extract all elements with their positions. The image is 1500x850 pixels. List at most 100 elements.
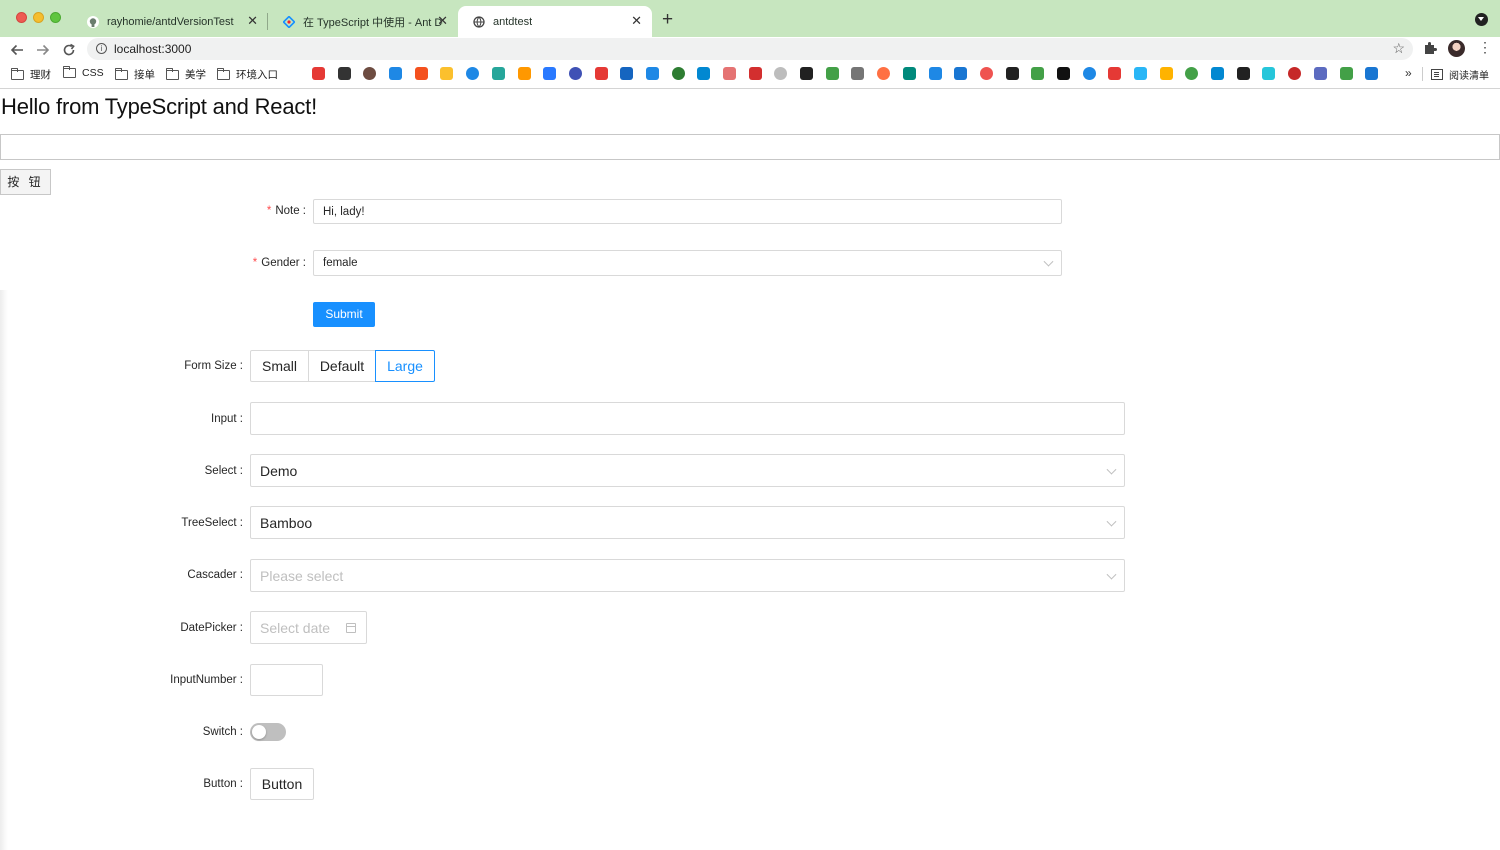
bookmark-favicon-icon[interactable] bbox=[902, 67, 916, 80]
size-option-default[interactable]: Default bbox=[308, 350, 376, 382]
bookmark-favicon-icon[interactable] bbox=[1211, 67, 1225, 80]
browser-menu-icon[interactable]: ⋮ bbox=[1478, 40, 1492, 54]
gender-select[interactable]: female bbox=[313, 250, 1062, 276]
bookmark-favicon-icon[interactable] bbox=[543, 67, 557, 80]
bookmark-favicon-icon[interactable] bbox=[800, 67, 814, 80]
bookmark-favicon-icon[interactable] bbox=[466, 67, 480, 80]
bookmark-folder[interactable]: 美学 bbox=[166, 67, 206, 82]
note-input[interactable]: Hi, lady! bbox=[313, 199, 1062, 224]
bookmark-favicon-icon[interactable] bbox=[1313, 67, 1327, 80]
bookmark-favicon-icon[interactable] bbox=[594, 67, 608, 80]
bookmark-star-icon[interactable]: ☆ bbox=[1392, 40, 1405, 57]
bookmark-favicon-icon[interactable] bbox=[697, 67, 711, 80]
number-input[interactable] bbox=[250, 664, 323, 696]
bookmark-favicon-icon[interactable] bbox=[363, 67, 377, 80]
bookmark-folder[interactable]: CSS bbox=[63, 66, 104, 79]
bookmark-favicon-icon[interactable] bbox=[389, 67, 403, 80]
chevron-down-icon bbox=[1106, 516, 1117, 527]
close-icon[interactable]: ✕ bbox=[437, 14, 448, 27]
bookmark-favicon-icon[interactable] bbox=[1159, 67, 1173, 80]
bookmark-favicon-icon[interactable] bbox=[491, 67, 505, 80]
tab-search-icon[interactable] bbox=[1475, 13, 1488, 26]
bookmark-favicon-icon[interactable] bbox=[517, 67, 531, 80]
size-option-label: Default bbox=[319, 358, 365, 374]
button-label-text: Button bbox=[203, 778, 237, 790]
reload-icon[interactable] bbox=[59, 40, 79, 60]
folder-icon bbox=[166, 67, 179, 80]
maximize-window-button[interactable] bbox=[50, 12, 61, 23]
select-label-text: Select bbox=[204, 465, 237, 477]
form-button[interactable]: Button bbox=[250, 768, 314, 800]
size-option-large[interactable]: Large bbox=[375, 350, 435, 382]
bookmark-favicon-icon[interactable] bbox=[928, 67, 942, 80]
folder-icon bbox=[217, 67, 230, 80]
bookmark-favicon-icon[interactable] bbox=[312, 67, 325, 80]
treeselect-label-text: TreeSelect bbox=[181, 517, 237, 529]
bookmark-favicon-icon[interactable] bbox=[877, 67, 891, 80]
bookmark-favicon-icon[interactable] bbox=[723, 67, 736, 80]
plain-text-input[interactable] bbox=[0, 134, 1500, 160]
browser-tab-github[interactable]: rayhomie/antdVersionTest ✕ bbox=[72, 6, 268, 37]
bookmark-folder[interactable]: 理财 bbox=[11, 67, 51, 82]
new-tab-button[interactable]: + bbox=[662, 10, 673, 29]
demo-select[interactable]: Demo bbox=[250, 454, 1125, 487]
profile-avatar[interactable] bbox=[1448, 40, 1465, 57]
size-option-small[interactable]: Small bbox=[250, 350, 309, 382]
bookmark-favicon-icon[interactable] bbox=[440, 67, 454, 80]
cascader-select[interactable]: Please select bbox=[250, 559, 1125, 592]
bookmark-favicon-icon[interactable] bbox=[1236, 67, 1250, 80]
bookmark-favicon-icon[interactable] bbox=[1262, 67, 1276, 80]
large-text-input[interactable] bbox=[250, 402, 1125, 435]
close-window-button[interactable] bbox=[16, 12, 27, 23]
tree-select[interactable]: Bamboo bbox=[250, 506, 1125, 539]
bookmark-favicon-icon[interactable] bbox=[1056, 67, 1070, 80]
bookmark-favicon-icon[interactable] bbox=[337, 67, 351, 80]
bookmark-favicon-icon[interactable] bbox=[620, 67, 634, 80]
page-content: Hello from TypeScript and React! 按 钮 * No… bbox=[0, 90, 1500, 850]
required-asterisk: * bbox=[252, 257, 258, 269]
toggle-switch[interactable] bbox=[250, 723, 286, 741]
bookmark-favicon-icon[interactable] bbox=[774, 67, 788, 80]
datepicker-placeholder: Select date bbox=[260, 619, 331, 636]
browser-toolbar: i localhost:3000 ☆ bbox=[0, 37, 1500, 62]
treeselect-value: Bamboo bbox=[260, 514, 313, 531]
ant-design-icon bbox=[282, 15, 295, 28]
info-icon[interactable]: i bbox=[96, 43, 107, 54]
bookmark-folder[interactable]: 环境入口 bbox=[217, 67, 278, 82]
minimize-window-button[interactable] bbox=[33, 12, 44, 23]
bookmark-favicon-icon[interactable] bbox=[1031, 67, 1045, 80]
bookmark-favicon-icon[interactable] bbox=[671, 67, 685, 80]
bookmark-favicon-icon[interactable] bbox=[645, 67, 659, 80]
address-bar[interactable]: i localhost:3000 ☆ bbox=[87, 38, 1413, 60]
input-label-text: Input bbox=[211, 413, 237, 425]
date-picker[interactable]: Select date bbox=[250, 611, 367, 644]
bookmark-favicon-icon[interactable] bbox=[748, 67, 762, 80]
bookmark-favicon-icon[interactable] bbox=[1134, 67, 1147, 80]
bookmark-favicon-icon[interactable] bbox=[414, 67, 428, 80]
chevron-down-icon bbox=[1043, 256, 1054, 267]
bookmark-favicon-icon[interactable] bbox=[825, 67, 839, 80]
reading-list-button[interactable]: 阅读清单 bbox=[1431, 67, 1489, 82]
bookmark-favicon-icon[interactable] bbox=[954, 67, 968, 80]
browser-tab-antdtest[interactable]: antdtest ✕ bbox=[458, 6, 652, 37]
close-icon[interactable]: ✕ bbox=[631, 14, 642, 27]
bookmark-favicon-icon[interactable] bbox=[1108, 67, 1122, 80]
plain-button[interactable]: 按 钮 bbox=[0, 169, 51, 195]
forward-arrow-icon[interactable] bbox=[33, 40, 53, 60]
submit-button[interactable]: Submit bbox=[313, 302, 375, 327]
back-arrow-icon[interactable] bbox=[7, 40, 27, 60]
more-bookmarks-chevron-icon[interactable]: » bbox=[1405, 66, 1412, 80]
bookmark-favicon-icon[interactable] bbox=[851, 67, 865, 80]
extensions-puzzle-icon[interactable] bbox=[1423, 41, 1437, 58]
bookmark-favicon-icon[interactable] bbox=[1339, 67, 1353, 80]
bookmark-favicon-icon[interactable] bbox=[568, 67, 582, 80]
bookmark-favicon-icon[interactable] bbox=[1288, 67, 1302, 80]
browser-tab-antd-docs[interactable]: 在 TypeScript 中使用 - Ant Design ✕ bbox=[268, 6, 458, 37]
close-icon[interactable]: ✕ bbox=[247, 14, 258, 27]
bookmark-favicon-icon[interactable] bbox=[979, 67, 993, 80]
bookmark-favicon-icon[interactable] bbox=[1185, 67, 1199, 80]
bookmark-folder[interactable]: 接单 bbox=[115, 67, 155, 82]
bookmark-favicon-icon[interactable] bbox=[1005, 67, 1019, 80]
bookmark-favicon-icon[interactable] bbox=[1365, 67, 1379, 80]
bookmark-favicon-icon[interactable] bbox=[1082, 67, 1096, 80]
